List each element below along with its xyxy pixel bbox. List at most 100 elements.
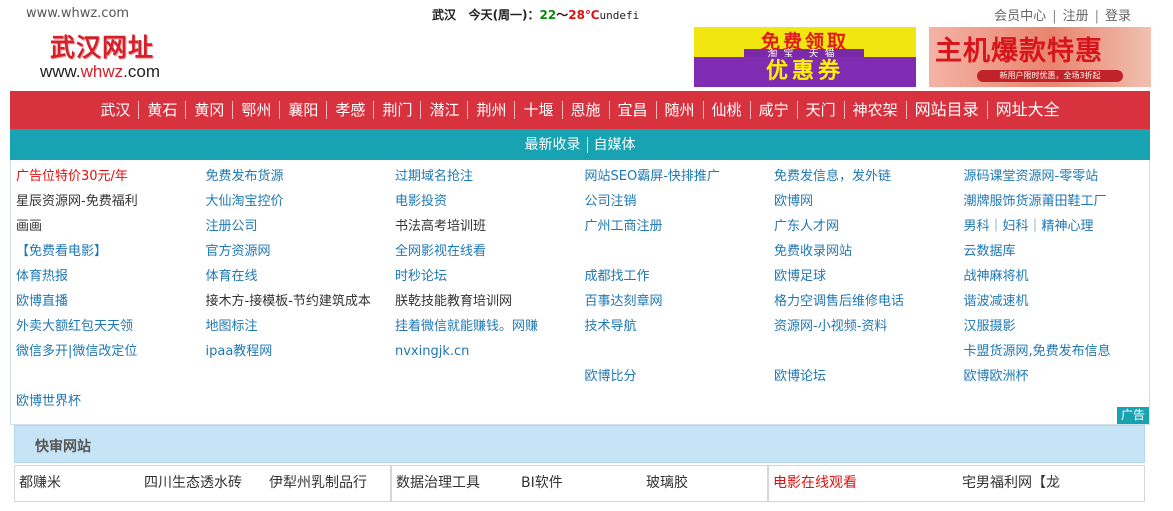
directory-link[interactable]: 星辰资源网-免费福利 — [16, 193, 206, 218]
subnav-link[interactable]: 自媒体 — [586, 136, 642, 153]
sub-nav: 最新收录 自媒体 — [10, 129, 1150, 160]
city-link[interactable]: 襄阳 — [279, 101, 326, 119]
directory-link[interactable]: 挂着微信就能赚钱。网赚 — [395, 318, 585, 343]
hosting-ad-banner[interactable]: 主机爆款特惠 新用户限时优惠，全场3折起 — [929, 27, 1151, 87]
city-link[interactable]: 网站目录 — [905, 101, 987, 119]
directory-link[interactable]: 体育热报 — [16, 268, 206, 293]
directory-link[interactable]: 潮牌服饰货源莆田鞋工厂 — [964, 193, 1154, 218]
login-link[interactable]: 登录 — [1105, 9, 1131, 24]
directory-link[interactable]: 格力空调售后维修电话 — [774, 293, 964, 318]
directory-link[interactable]: 欧博网 — [774, 193, 964, 218]
logo-chinese: 武汉网址 — [50, 33, 155, 62]
temp-low: 22 — [539, 8, 557, 22]
ad-tag: 广告 — [1116, 407, 1149, 424]
directory-link — [585, 343, 775, 368]
city-link[interactable]: 黄冈 — [185, 101, 232, 119]
city-link[interactable]: 十堰 — [514, 101, 561, 119]
temp-sep: ～ — [556, 8, 569, 22]
city-link[interactable]: 宜昌 — [608, 101, 656, 119]
directory-link[interactable]: 免费发布货源 — [206, 168, 396, 193]
directory-link[interactable]: 欧博直播 — [16, 293, 206, 318]
directory-link[interactable]: 欧博欧洲杯 — [964, 368, 1154, 393]
directory-link[interactable]: 广告位特价30元/年 — [16, 168, 206, 193]
directory-link[interactable]: 【免费看电影】 — [16, 243, 206, 268]
directory-link[interactable]: 资源网-小视频-资料 — [774, 318, 964, 343]
coupon-ad-banner[interactable]: 免费领取 淘宝 天猫 优惠券 — [694, 27, 916, 87]
subnav-link[interactable]: 最新收录 — [519, 137, 587, 153]
directory-link[interactable]: 百事达刻章网 — [585, 293, 775, 318]
directory-link[interactable]: 汉服摄影 — [964, 318, 1154, 343]
directory-link[interactable]: 源码课堂资源网-零零站 — [964, 168, 1154, 193]
city-link[interactable]: 神农架 — [843, 101, 906, 119]
directory-link — [585, 243, 775, 268]
city-link[interactable]: 随州 — [655, 101, 703, 119]
directory-link[interactable]: 时秒论坛 — [395, 268, 585, 293]
directory-link[interactable]: 技术导航 — [585, 318, 775, 343]
city-link[interactable]: 孝感 — [326, 101, 373, 119]
directory-link[interactable]: 欧博世界杯 — [16, 393, 206, 418]
directory-link[interactable]: 免费收录网站 — [774, 243, 964, 268]
directory-link — [206, 368, 396, 393]
directory-link[interactable]: 电影投资 — [395, 193, 585, 218]
directory-link[interactable]: 欧博足球 — [774, 268, 964, 293]
site-url: www.whwz.com — [26, 6, 130, 21]
city-link[interactable]: 荆州 — [467, 101, 514, 119]
register-link[interactable]: 注册 — [1063, 9, 1089, 24]
city-link[interactable]: 咸宁 — [749, 101, 797, 119]
directory-link — [774, 343, 964, 368]
directory-link[interactable]: 成都找工作 — [585, 268, 775, 293]
directory-link[interactable]: 公司注销 — [585, 193, 775, 218]
directory-link[interactable]: 欧博论坛 — [774, 368, 964, 393]
directory-link[interactable]: 网站SEO霸屏-快排推广 — [585, 168, 775, 193]
city-link[interactable]: 武汉 — [92, 101, 138, 119]
city-link[interactable]: 天门 — [796, 101, 844, 119]
directory-link[interactable]: 过期域名抢注 — [395, 168, 585, 193]
city-link[interactable]: 仙桃 — [702, 101, 750, 119]
city-link[interactable]: 恩施 — [561, 101, 609, 119]
city-link[interactable]: 潜江 — [420, 101, 467, 119]
directory-link[interactable]: 广东人才网 — [774, 218, 964, 243]
quick-review-link[interactable]: 四川生态透水砖 — [140, 466, 265, 501]
quick-review-link[interactable]: 玻璃胶 — [642, 466, 767, 501]
quick-review-group: 都赚米 四川生态透水砖 伊犁州乳制品行 — [14, 465, 391, 502]
city-link[interactable]: 荆门 — [373, 101, 420, 119]
directory-link[interactable]: 微信多开|微信改定位 — [16, 343, 206, 368]
directory-link — [395, 368, 585, 393]
directory-link[interactable]: 欧博比分 — [585, 368, 775, 393]
directory-link[interactable]: 大仙淘宝控价 — [206, 193, 396, 218]
weather-widget: 武汉 今天(周一)：22～28℃undefi — [432, 6, 639, 23]
directory-link[interactable]: 全网影视在线看 — [395, 243, 585, 268]
city-link[interactable]: 黄石 — [138, 101, 185, 119]
quick-review-link[interactable]: 数据治理工具 — [392, 466, 517, 501]
quick-review-link[interactable]: 都赚米 — [15, 466, 140, 501]
directory-link[interactable]: 谐波减速机 — [964, 293, 1154, 318]
directory-link[interactable]: 男科｜妇科｜精神心理 — [964, 218, 1154, 243]
directory-link[interactable]: 卡盟货源网,免费发布信息 — [964, 343, 1154, 368]
member-center-link[interactable]: 会员中心 — [994, 9, 1046, 24]
directory-link[interactable]: 云数据库 — [964, 243, 1154, 268]
quick-review-link[interactable]: BI软件 — [517, 466, 642, 501]
directory-link[interactable]: 官方资源网 — [206, 243, 396, 268]
directory-link[interactable]: 接木方-接模板-节约建筑成本 — [206, 293, 396, 318]
directory-link[interactable]: 外卖大额红包天天领 — [16, 318, 206, 343]
city-link[interactable]: 鄂州 — [232, 101, 279, 119]
directory-link[interactable]: 书法高考培训班 — [395, 218, 585, 243]
directory-link[interactable]: 朕乾技能教育培训网 — [395, 293, 585, 318]
directory-link[interactable]: 地图标注 — [206, 318, 396, 343]
site-logo[interactable]: 武汉网址 www.whwz.com — [40, 28, 190, 84]
quick-review-link[interactable]: 伊犁州乳制品行 — [265, 466, 390, 501]
weather-city: 武汉 — [432, 8, 457, 22]
directory-link[interactable]: 广州工商注册 — [585, 218, 775, 243]
quick-review-link[interactable]: 宅男福利网【龙 — [958, 466, 1144, 501]
directory-link[interactable]: ipaa教程网 — [206, 343, 396, 368]
directory-link[interactable]: 免费发信息，发外链 — [774, 168, 964, 193]
directory-link[interactable]: 注册公司 — [206, 218, 396, 243]
directory-link[interactable]: 体育在线 — [206, 268, 396, 293]
directory-link[interactable]: 战神麻将机 — [964, 268, 1154, 293]
weather-day: 今天(周一)： — [468, 8, 540, 22]
quick-review-link[interactable]: 电影在线观看 — [769, 466, 958, 501]
directory-link[interactable]: nvxingjk.cn — [395, 343, 585, 368]
directory-link[interactable]: 画画 — [16, 218, 206, 243]
directory-link — [774, 393, 964, 418]
city-link[interactable]: 网址大全 — [986, 101, 1068, 119]
